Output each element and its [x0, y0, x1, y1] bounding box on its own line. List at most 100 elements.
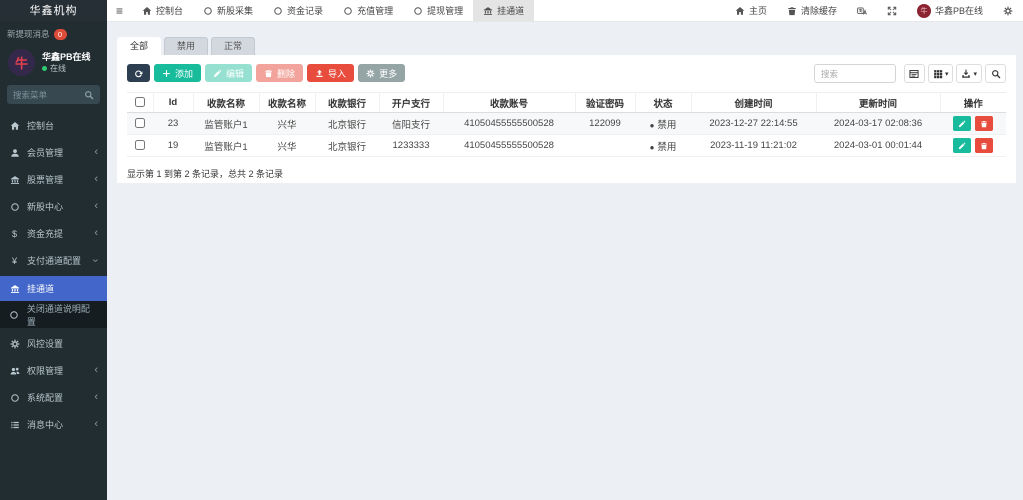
notice-count-badge: 0 — [53, 28, 67, 40]
cell-account: 41050455555500528 — [443, 134, 575, 157]
sidebar-item-stocks[interactable]: 股票管理 ‹ — [0, 168, 107, 191]
table-search-input[interactable] — [813, 64, 896, 83]
export-icon — [961, 69, 971, 79]
columns-button[interactable]: ▾ — [927, 64, 954, 83]
search-button[interactable] — [985, 64, 1006, 83]
pencil-icon — [958, 142, 966, 150]
trash-icon — [980, 142, 988, 150]
circle-icon — [343, 6, 353, 16]
cell-actions — [940, 134, 1006, 157]
cell-id: 23 — [153, 112, 193, 135]
sidebar-item-permissions[interactable]: 权限管理 ‹ — [0, 359, 107, 382]
search-icon[interactable] — [84, 90, 94, 100]
row-checkbox[interactable] — [135, 140, 145, 151]
hamburger-icon[interactable]: ≡ — [107, 0, 132, 21]
top-navbar: ≡ 控制台 新股采集 资金记录 充值管理 提现管理 挂通道 主页 清除缓存 牛 … — [107, 0, 1023, 22]
channel-table: Id 收款名称 收款名称 收款银行 开户支行 收款账号 验证密码 状态 创建时间… — [127, 92, 1006, 157]
nav-settings[interactable] — [993, 0, 1023, 21]
col-id: Id — [153, 92, 194, 113]
row-delete-button[interactable] — [975, 138, 994, 153]
gear-icon — [366, 69, 375, 78]
cell-updated: 2024-03-01 00:01:44 — [816, 134, 940, 157]
sidebar-item-risk-settings[interactable]: 风控设置 — [0, 332, 107, 355]
delete-button[interactable]: 删除 — [256, 64, 304, 82]
tab-disabled[interactable]: 禁用 — [164, 37, 209, 55]
chevron-left-icon: ‹ — [94, 173, 98, 185]
users-icon — [9, 366, 20, 376]
col-status: 状态 — [635, 92, 692, 113]
export-button[interactable]: ▾ — [956, 64, 982, 83]
cell-code — [575, 134, 635, 157]
col-code: 验证密码 — [575, 92, 636, 113]
row-checkbox[interactable] — [135, 118, 145, 129]
cell-payee-name: 监管账户1 — [193, 112, 259, 135]
cell-branch: 1233333 — [379, 134, 443, 157]
user-name: 华鑫PB在线 — [42, 52, 91, 62]
trash-icon — [264, 69, 273, 78]
table-row: 19 监管账户1 兴华 北京银行 1233333 410504555555005… — [127, 134, 1006, 157]
nav-fullscreen[interactable] — [877, 0, 907, 21]
cell-payee-name: 监管账户1 — [193, 134, 259, 157]
toolbar: 添加 编辑 删除 导入 更多 — [127, 64, 406, 82]
sidebar-item-dashboard[interactable]: 控制台 — [0, 114, 107, 137]
nav-tab-new-stock[interactable]: 新股采集 — [193, 0, 263, 21]
nav-tab-dashboard[interactable]: 控制台 — [132, 0, 193, 21]
col-created: 创建时间 — [691, 92, 817, 113]
sidebar-item-channel[interactable]: 挂通道 — [0, 276, 107, 301]
nav-tab-recharge[interactable]: 充值管理 — [333, 0, 403, 21]
user-status: 在线 — [42, 63, 91, 74]
sidebar-item-funds[interactable]: $ 资金充提 ‹ — [0, 222, 107, 245]
plus-icon — [162, 69, 171, 78]
card-view-icon — [909, 69, 919, 79]
menu-search — [7, 85, 100, 104]
nav-clear-cache[interactable]: 清除缓存 — [777, 0, 847, 21]
tab-normal[interactable]: 正常 — [211, 37, 256, 55]
home-icon — [735, 6, 745, 16]
user-icon — [9, 148, 20, 158]
chevron-left-icon: ‹ — [94, 200, 98, 212]
table-row: 23 监管账户1 兴华 北京银行 信阳支行 41050455555500528 … — [127, 112, 1006, 135]
add-button[interactable]: 添加 — [154, 64, 202, 82]
sidebar-item-new-stock-center[interactable]: 新股中心 ‹ — [0, 195, 107, 218]
user-avatar: 牛 — [8, 49, 35, 76]
chevron-left-icon: ‹ — [94, 227, 98, 239]
user-avatar-small: 牛 — [916, 3, 931, 18]
pagination-summary: 显示第 1 到第 2 条记录，总共 2 条记录 — [127, 169, 284, 179]
yen-icon: ¥ — [11, 255, 17, 266]
circle-icon — [9, 310, 20, 320]
edit-button[interactable]: 编辑 — [205, 64, 253, 82]
nav-home-link[interactable]: 主页 — [725, 0, 777, 21]
sidebar-item-close-channel-config[interactable]: 关闭通道说明配置 — [0, 301, 107, 328]
gear-icon — [1003, 6, 1013, 16]
row-edit-button[interactable] — [952, 116, 971, 131]
refresh-button[interactable] — [127, 64, 150, 82]
upload-icon — [315, 69, 324, 78]
col-updated: 更新时间 — [816, 92, 941, 113]
withdraw-notice[interactable]: 新提现消息 0 — [0, 22, 107, 44]
more-button[interactable]: 更多 — [358, 64, 406, 82]
nav-user-menu[interactable]: 牛 华鑫PB在线 — [907, 0, 993, 21]
cell-status: ● 禁用 — [635, 134, 691, 157]
detail-view-button[interactable] — [903, 64, 925, 83]
nav-tab-channel[interactable]: 挂通道 — [473, 0, 535, 21]
menu-search-input[interactable] — [13, 89, 81, 100]
circle-icon — [273, 6, 283, 16]
row-delete-button[interactable] — [975, 116, 994, 131]
circle-icon — [9, 393, 20, 403]
col-account: 收款账号 — [443, 92, 576, 113]
select-all-checkbox[interactable] — [134, 97, 145, 108]
sidebar-item-members[interactable]: 会员管理 ‹ — [0, 141, 107, 164]
row-edit-button[interactable] — [952, 138, 971, 153]
nav-language-switch[interactable] — [847, 0, 877, 21]
import-button[interactable]: 导入 — [307, 64, 355, 82]
nav-tab-withdraw[interactable]: 提现管理 — [403, 0, 473, 21]
caret-down-icon: ▾ — [973, 70, 977, 78]
cell-created: 2023-12-27 22:14:55 — [691, 112, 816, 135]
nav-tab-fund-records[interactable]: 资金记录 — [263, 0, 333, 21]
sidebar-item-message-center[interactable]: 消息中心 ‹ — [0, 413, 107, 436]
col-bank: 收款银行 — [315, 92, 380, 113]
cell-code: 122099 — [575, 112, 635, 135]
tab-all[interactable]: 全部 — [117, 37, 162, 55]
sidebar-item-payment-channel-config[interactable]: ¥ 支付通道配置 ‹ — [0, 249, 107, 272]
sidebar-item-system-config[interactable]: 系统配置 ‹ — [0, 386, 107, 409]
